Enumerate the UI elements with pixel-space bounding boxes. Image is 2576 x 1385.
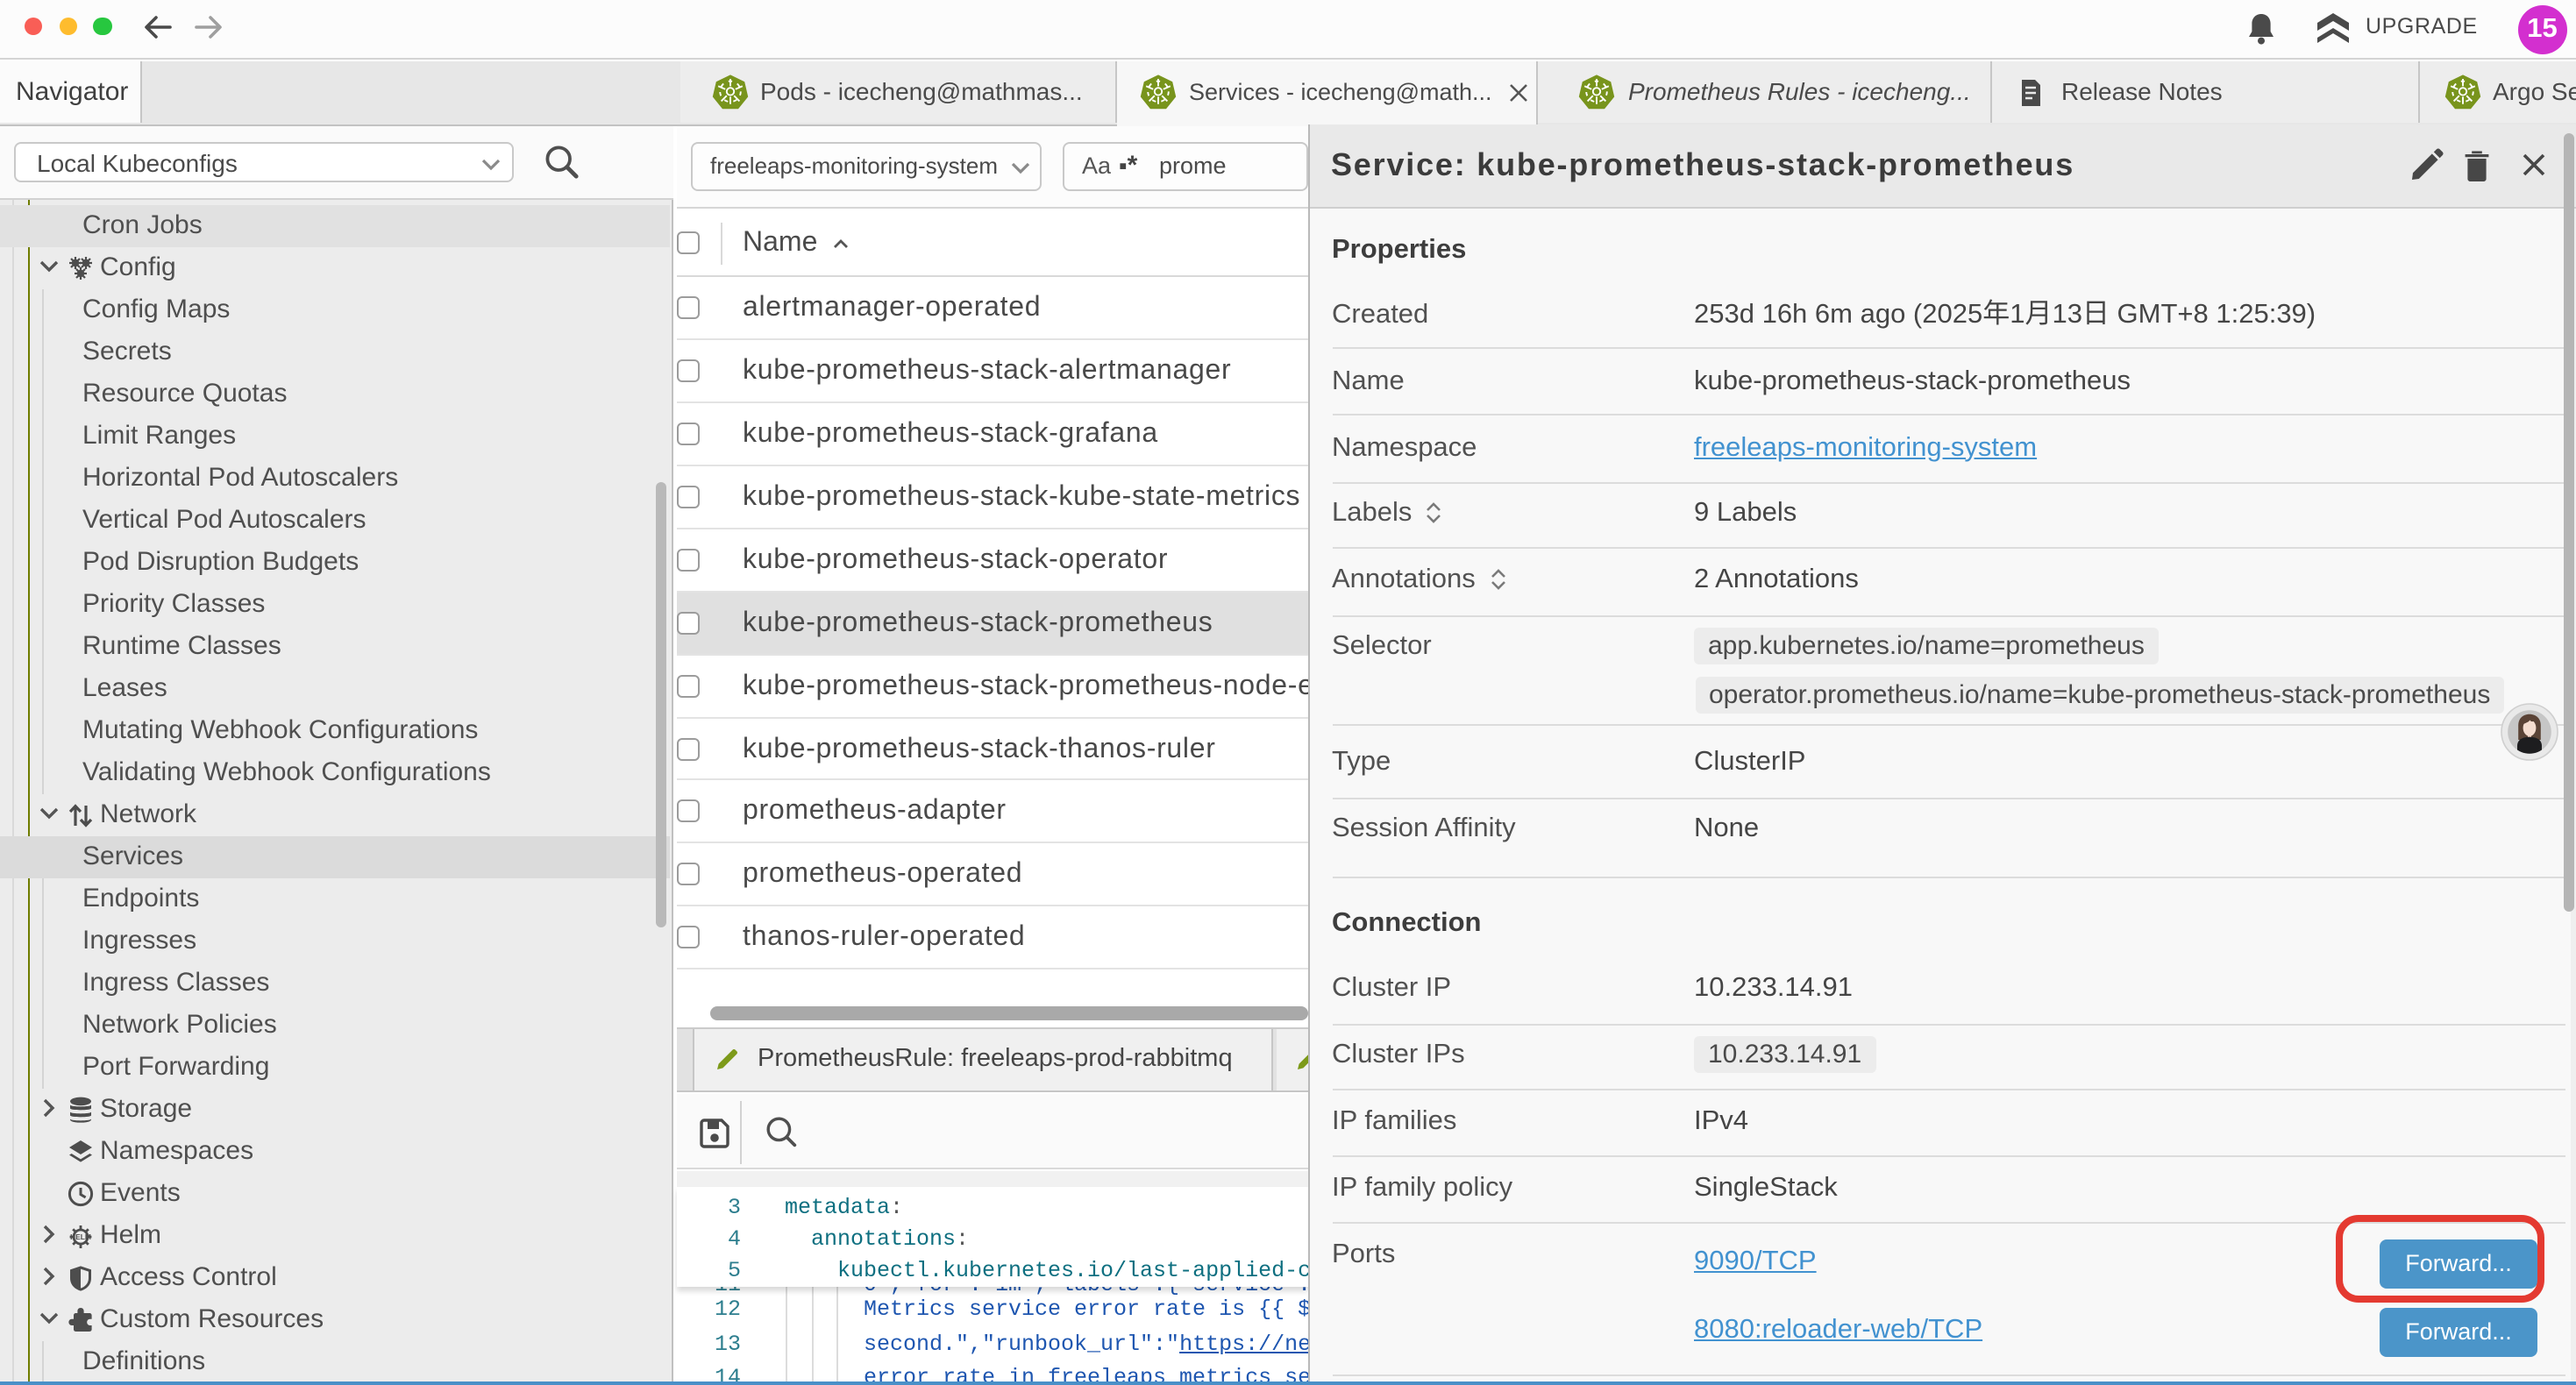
svg-text:HELM: HELM <box>70 1232 91 1240</box>
